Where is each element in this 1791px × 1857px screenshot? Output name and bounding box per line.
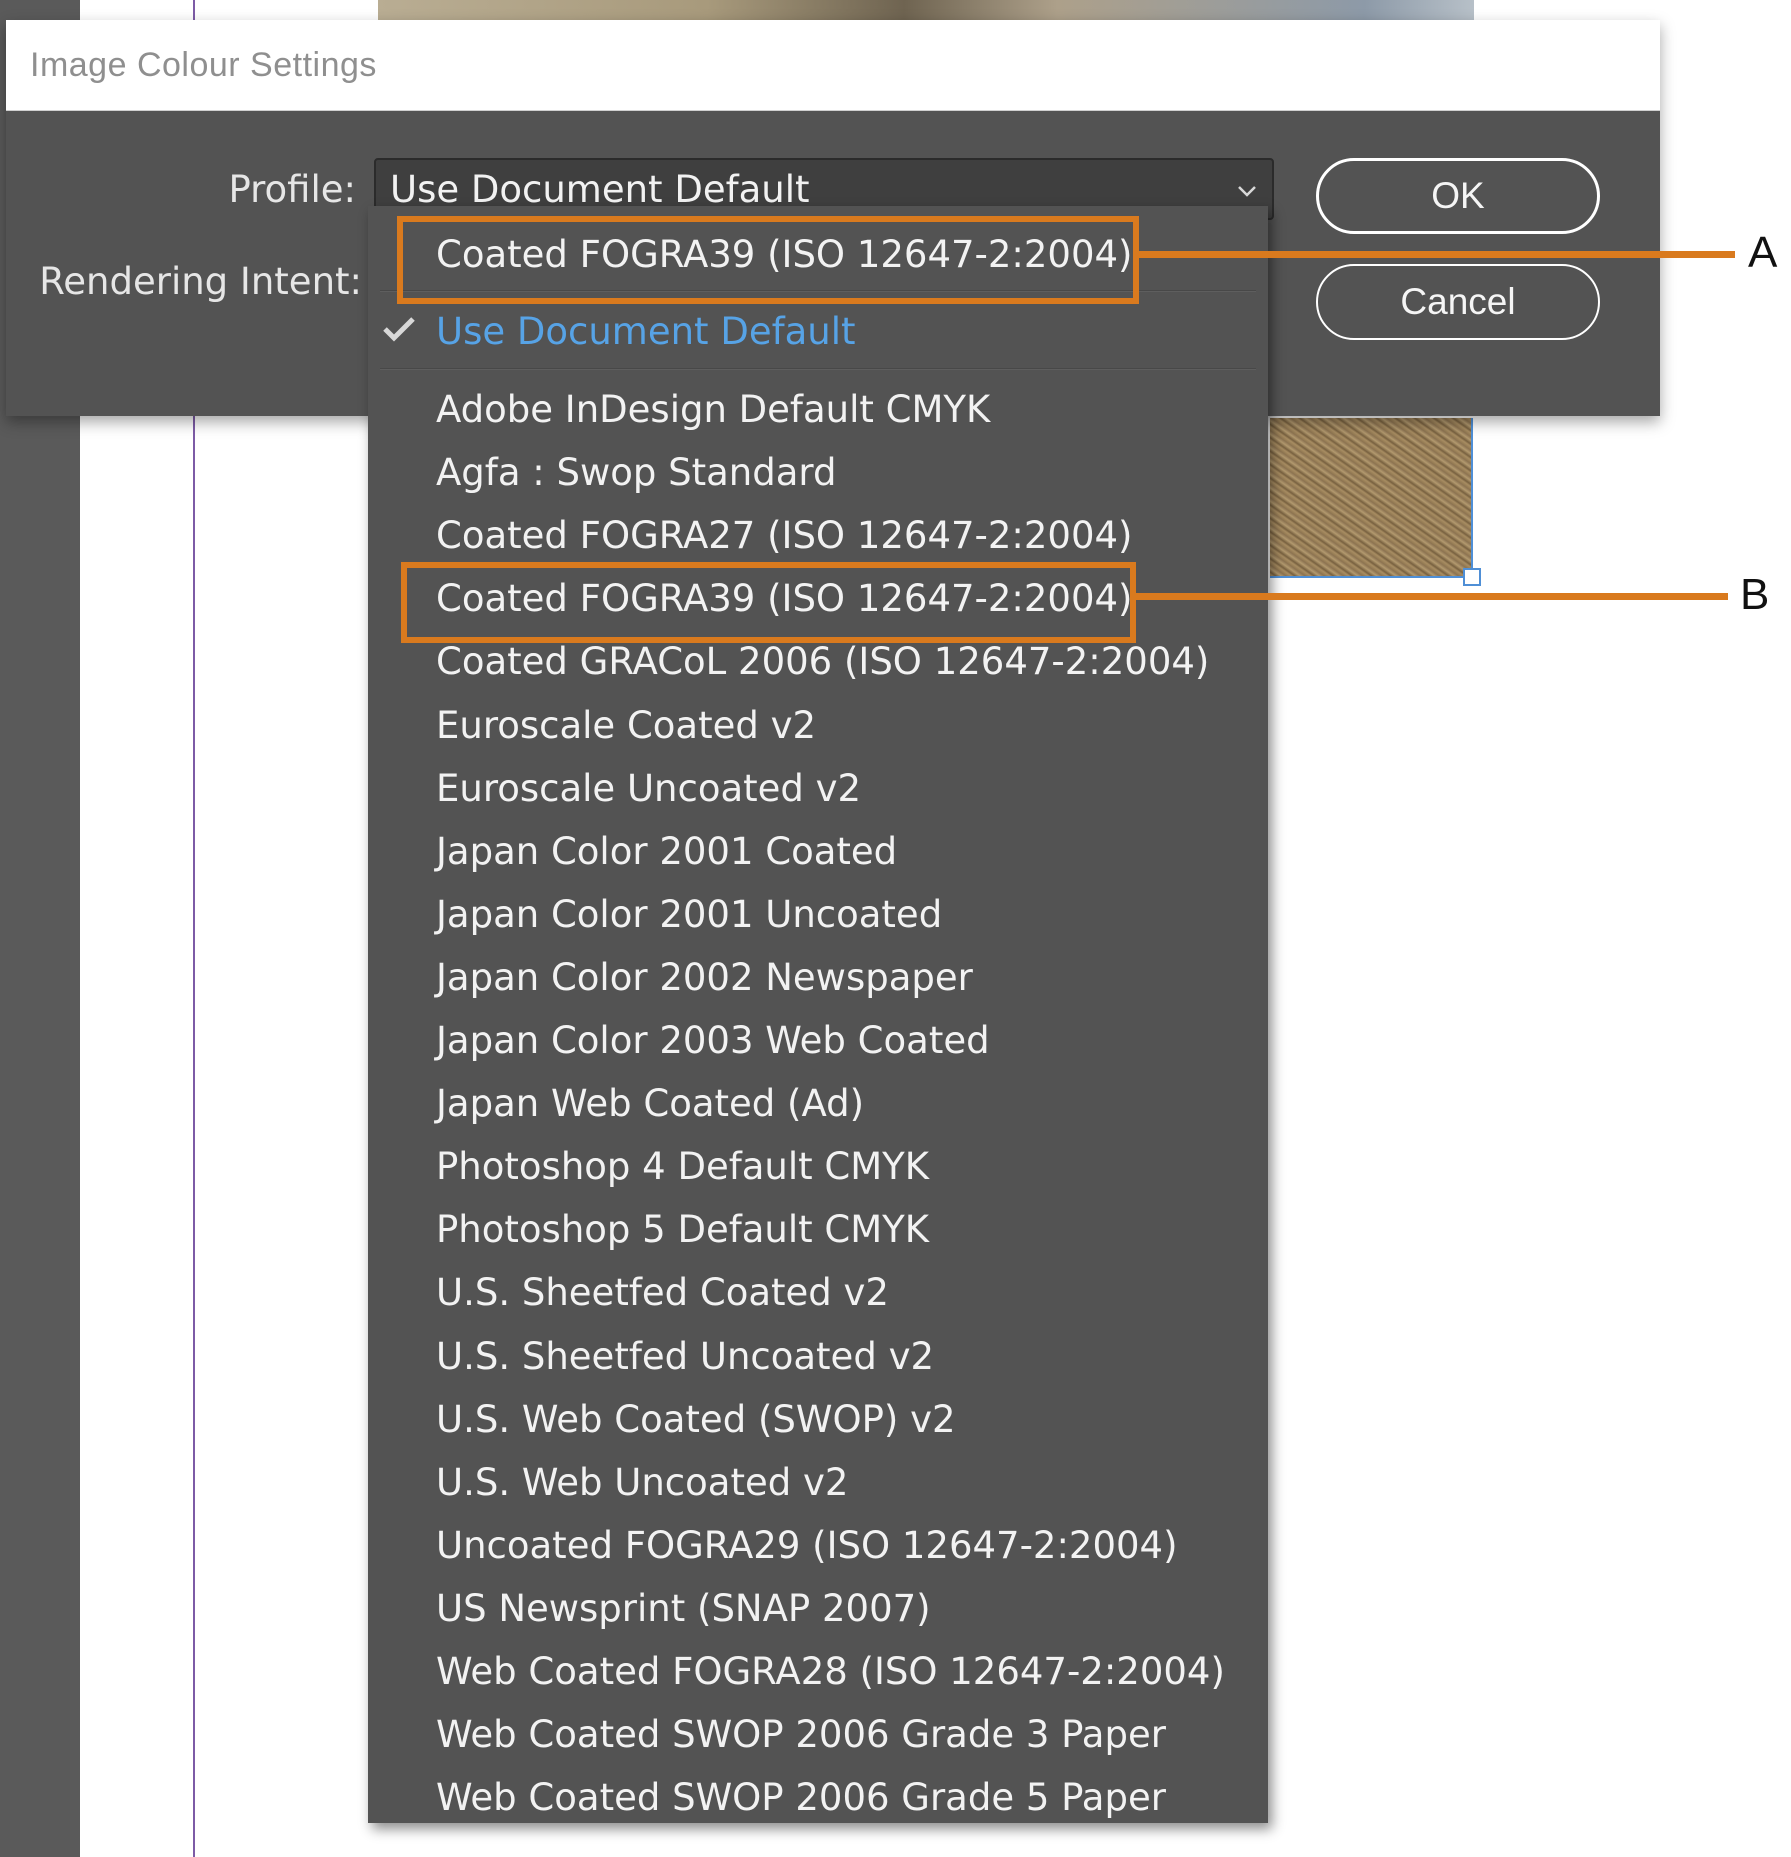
profile-select-value: Use Document Default [390,168,810,211]
dropdown-item[interactable]: Euroscale Uncoated v2 [436,770,861,807]
placed-image-top [378,0,1474,22]
dropdown-item[interactable]: Agfa : Swop Standard [436,454,836,491]
ok-button[interactable]: OK [1316,158,1600,234]
frame-resize-handle[interactable] [1463,568,1481,586]
dropdown-item[interactable]: Web Coated SWOP 2006 Grade 5 Paper [436,1779,1166,1816]
dropdown-item[interactable]: U.S. Web Coated (SWOP) v2 [436,1401,956,1438]
dropdown-item[interactable]: Japan Color 2003 Web Coated [436,1022,990,1059]
dropdown-item[interactable]: US Newsprint (SNAP 2007) [436,1590,931,1627]
dropdown-item[interactable]: Euroscale Coated v2 [436,707,816,744]
callout-label-a: A [1748,228,1778,277]
dropdown-item[interactable]: Web Coated FOGRA28 (ISO 12647-2:2004) [436,1653,1225,1690]
profile-dropdown-menu: Coated FOGRA39 (ISO 12647-2:2004) Use Do… [368,206,1268,1823]
callout-label-b: B [1740,570,1770,619]
image-frame [1270,418,1473,578]
dropdown-item[interactable]: Photoshop 5 Default CMYK [436,1211,929,1248]
callout-box-b [401,562,1136,643]
dropdown-item[interactable]: Adobe InDesign Default CMYK [436,391,990,428]
dropdown-item[interactable]: Uncoated FOGRA29 (ISO 12647-2:2004) [436,1527,1178,1564]
dropdown-item[interactable]: Photoshop 4 Default CMYK [436,1148,929,1185]
dropdown-separator [380,368,1256,370]
rendering-intent-label: Rendering Intent: [39,260,362,303]
dropdown-item[interactable]: Japan Color 2002 Newspaper [436,959,973,996]
callout-line-b [1136,593,1728,600]
dropdown-item[interactable]: Japan Color 2001 Uncoated [436,896,942,933]
dialog-title: Image Colour Settings [30,46,377,84]
dropdown-item[interactable]: U.S. Web Uncoated v2 [436,1464,848,1501]
dropdown-item-use-document-default[interactable]: Use Document Default [436,313,856,350]
dropdown-item[interactable]: Coated FOGRA27 (ISO 12647-2:2004) [436,517,1132,554]
callout-box-a [397,216,1139,304]
profile-label: Profile: [228,168,356,211]
dropdown-item[interactable]: Japan Web Coated (Ad) [436,1085,864,1122]
dropdown-item[interactable]: Coated GRACoL 2006 (ISO 12647-2:2004) [436,643,1209,680]
callout-line-a [1139,251,1735,258]
dialog-titlebar[interactable]: Image Colour Settings [6,20,1660,111]
chevron-down-icon [1238,186,1256,197]
dropdown-item[interactable]: Web Coated SWOP 2006 Grade 3 Paper [436,1716,1166,1753]
check-icon [383,317,415,342]
dropdown-item[interactable]: U.S. Sheetfed Uncoated v2 [436,1338,934,1375]
cancel-button[interactable]: Cancel [1316,264,1600,340]
dropdown-item[interactable]: U.S. Sheetfed Coated v2 [436,1274,889,1311]
dropdown-item[interactable]: Japan Color 2001 Coated [436,833,897,870]
